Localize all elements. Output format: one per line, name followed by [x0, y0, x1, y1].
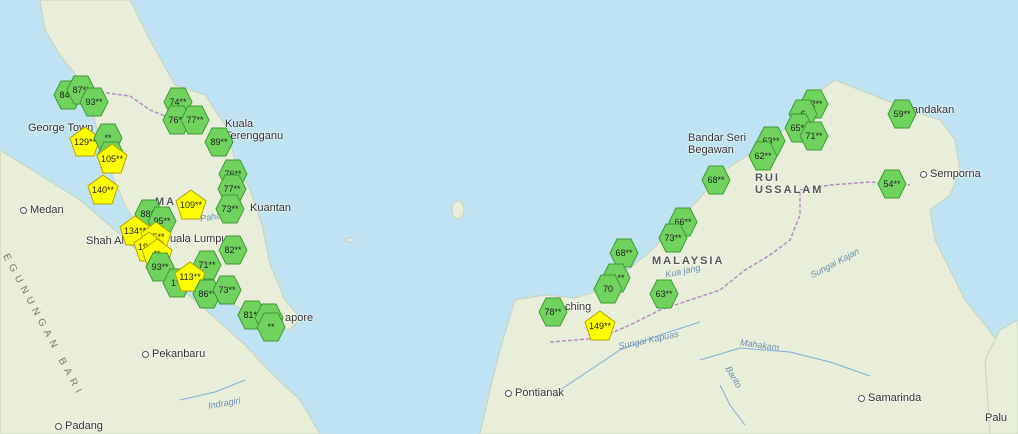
city-label-padang: Padang	[55, 420, 103, 432]
aqi-marker[interactable]: 78**	[536, 295, 570, 329]
aqi-marker-value: 89**	[210, 137, 228, 147]
city-label-kuantan: Kuantan	[250, 202, 291, 214]
aqi-marker-value: 73**	[218, 285, 236, 295]
city-label-samarinda: Samarinda	[858, 392, 921, 404]
aqi-marker[interactable]: 62**	[746, 139, 780, 173]
aqi-marker-value: 109**	[179, 200, 203, 210]
island-natuna	[451, 200, 465, 220]
aqi-marker-value: 63**	[655, 289, 673, 299]
aqi-marker[interactable]: 149**	[583, 309, 617, 343]
aqi-marker-value: 59**	[893, 109, 911, 119]
map-canvas[interactable]: George Town Kuala Terengganu Medan Kuantan Sh…	[0, 0, 1018, 434]
city-label-semporna: Semporna	[920, 168, 981, 180]
city-label-brunei: RUI USSALAM	[755, 172, 824, 196]
aqi-marker-value: 149**	[588, 321, 612, 331]
aqi-marker-value: 68**	[707, 175, 725, 185]
aqi-marker-value: 93**	[85, 97, 103, 107]
aqi-marker[interactable]: 73**	[213, 192, 247, 226]
city-dot-icon	[142, 350, 149, 358]
aqi-marker[interactable]: 70	[591, 272, 625, 306]
aqi-marker[interactable]: 59**	[885, 97, 919, 131]
aqi-marker[interactable]: 68**	[699, 163, 733, 197]
aqi-marker-value: 73**	[221, 204, 239, 214]
aqi-marker[interactable]: **	[254, 310, 288, 344]
city-dot-icon	[20, 206, 27, 214]
aqi-marker[interactable]: 54**	[875, 167, 909, 201]
aqi-marker-value: 62**	[754, 151, 772, 161]
aqi-marker-value: 68**	[615, 248, 633, 258]
aqi-marker-value: 78**	[544, 307, 562, 317]
aqi-marker[interactable]: 63**	[647, 277, 681, 311]
aqi-marker-value: 54**	[883, 179, 901, 189]
city-dot-icon	[505, 389, 512, 397]
city-dot-icon	[858, 394, 865, 402]
aqi-marker[interactable]: 105**	[95, 142, 129, 176]
city-label-medan: Medan	[20, 204, 64, 216]
aqi-marker[interactable]: 93**	[77, 85, 111, 119]
aqi-marker[interactable]: 71**	[797, 119, 831, 153]
aqi-marker-value: 140**	[91, 185, 115, 195]
aqi-marker-value: 73**	[664, 233, 682, 243]
city-label-pekanbaru: Pekanbaru	[142, 348, 205, 360]
aqi-marker-value: 82**	[224, 245, 242, 255]
city-dot-icon	[920, 170, 927, 178]
aqi-marker[interactable]: 109**	[174, 188, 208, 222]
city-label-palu: Palu	[985, 412, 1008, 424]
aqi-marker-value: 105**	[100, 154, 124, 164]
aqi-marker[interactable]: 140**	[86, 173, 120, 207]
city-label-pontianak: Pontianak	[505, 387, 564, 399]
island-anambas	[346, 237, 354, 243]
aqi-marker-value: 77**	[186, 115, 204, 125]
aqi-marker[interactable]: 73**	[656, 221, 690, 255]
aqi-marker[interactable]: 89**	[202, 125, 236, 159]
city-label-bandar-seri-begawan: Bandar Seri Begawan	[688, 132, 747, 156]
aqi-marker-value: **	[267, 322, 275, 332]
city-dot-icon	[55, 422, 62, 430]
aqi-marker-value: 71**	[805, 131, 823, 141]
aqi-marker-value: 70	[602, 284, 613, 294]
city-label-singapore: apore	[285, 312, 314, 324]
